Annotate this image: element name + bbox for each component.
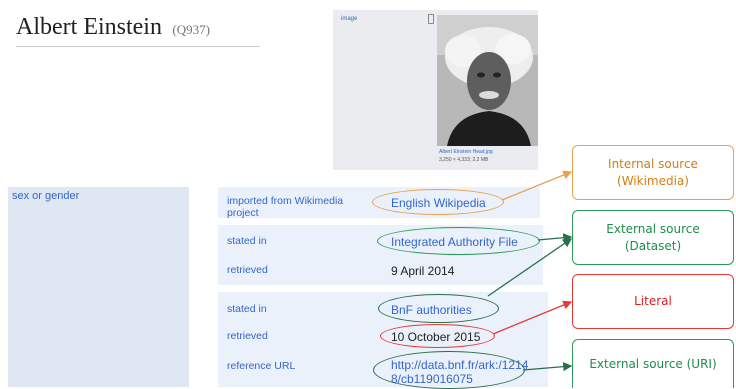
arrow-literal — [492, 300, 573, 335]
arrow-dataset-1 — [537, 233, 573, 243]
callout-text: (Wikimedia) — [617, 173, 689, 188]
callout-text: External source — [606, 222, 700, 237]
callout-internal-source: Internal source (Wikimedia) — [572, 145, 734, 200]
arrow-dataset-2 — [487, 238, 573, 297]
callout-text: (Dataset) — [624, 238, 682, 253]
callout-text: Literal — [634, 294, 672, 309]
callout-text: External source (URI) — [589, 356, 717, 371]
callout-external-source-dataset: External source (Dataset) — [572, 210, 734, 265]
callout-literal: Literal — [572, 274, 734, 329]
callout-external-source-uri: External source (URI) — [572, 339, 734, 388]
arrow-internal — [501, 170, 573, 201]
callout-text: Internal source — [608, 157, 698, 172]
arrow-uri — [522, 362, 573, 372]
